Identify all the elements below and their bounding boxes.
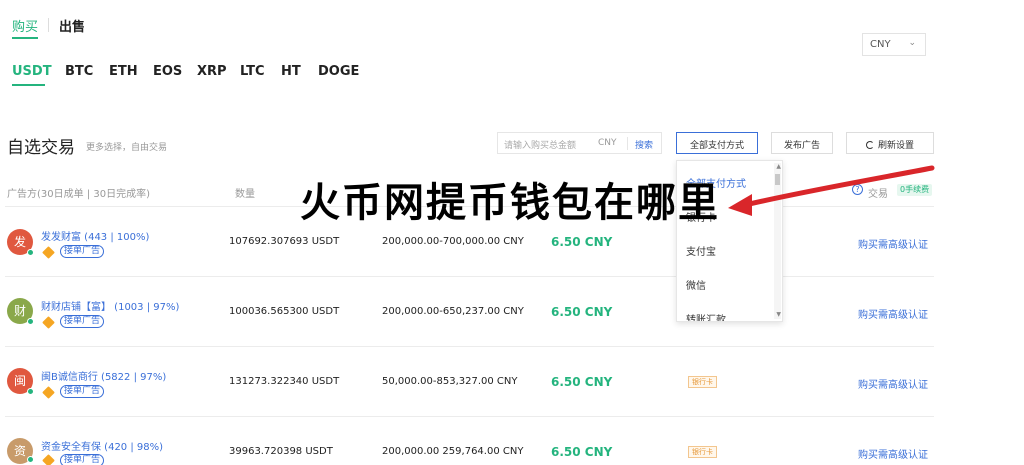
overlay-banner-text: 火币网提币钱包在哪里 (300, 180, 720, 226)
red-arrow-icon (728, 165, 935, 216)
